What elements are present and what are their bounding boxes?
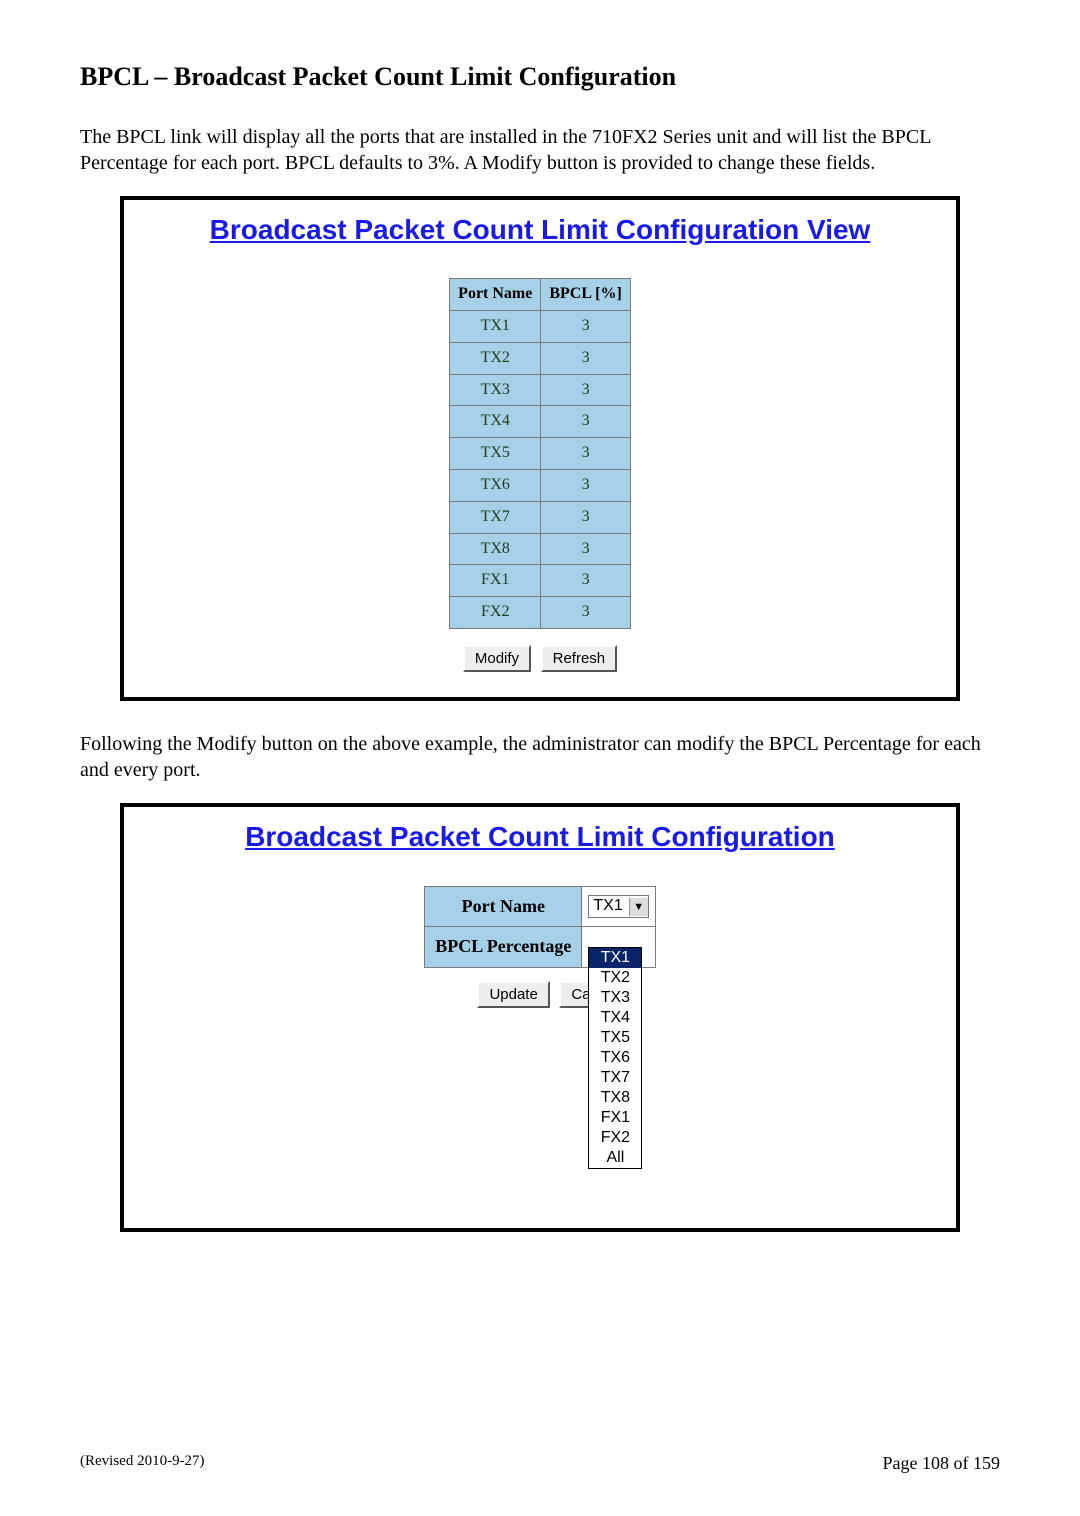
dropdown-option[interactable]: TX6 (589, 1048, 641, 1068)
port-name-cell: TX7 (450, 501, 541, 533)
dropdown-option[interactable]: TX4 (589, 1008, 641, 1028)
table-row: TX33 (450, 374, 631, 406)
modify-form-table: Port Name TX1 ▼ BPCL Percentage TX1TX2TX… (424, 886, 655, 968)
dropdown-option[interactable]: TX3 (589, 988, 641, 1008)
port-name-cell: TX4 (450, 406, 541, 438)
dropdown-option[interactable]: TX1 (589, 948, 641, 968)
table-row: TX13 (450, 310, 631, 342)
bpcl-pct-cell: 3 (541, 406, 630, 438)
port-name-cell: FX1 (450, 565, 541, 597)
port-select[interactable]: TX1 ▼ (588, 895, 648, 918)
bpcl-pct-cell: 3 (541, 374, 630, 406)
col-bpcl-pct: BPCL [%] (541, 279, 630, 311)
table-row: TX83 (450, 533, 631, 565)
port-name-cell: TX6 (450, 469, 541, 501)
panel-title-modify: Broadcast Packet Count Limit Configurati… (134, 815, 946, 865)
port-name-cell: TX1 (450, 310, 541, 342)
port-dropdown-list[interactable]: TX1TX2TX3TX4TX5TX6TX7TX8FX1FX2All (588, 947, 642, 1169)
bpcl-input-cell: TX1TX2TX3TX4TX5TX6TX7TX8FX1FX2All (582, 927, 655, 967)
port-name-cell: TX8 (450, 533, 541, 565)
col-port-name: Port Name (450, 279, 541, 311)
bpcl-pct-cell: 3 (541, 469, 630, 501)
refresh-button[interactable]: Refresh (541, 645, 618, 673)
bpcl-pct-cell: 3 (541, 310, 630, 342)
table-row: TX23 (450, 342, 631, 374)
revised-date: (Revised 2010-9-27) (80, 1452, 205, 1475)
page-number: Page 108 of 159 (883, 1452, 1000, 1475)
bpcl-pct-cell: 3 (541, 565, 630, 597)
table-row: FX13 (450, 565, 631, 597)
page-heading: BPCL – Broadcast Packet Count Limit Conf… (80, 60, 1000, 94)
screenshot-view-panel: Broadcast Packet Count Limit Configurati… (120, 196, 960, 702)
dropdown-option[interactable]: TX8 (589, 1088, 641, 1108)
bpcl-pct-cell: 3 (541, 342, 630, 374)
intro-paragraph: The BPCL link will display all the ports… (80, 124, 1000, 176)
port-name-cell: TX5 (450, 438, 541, 470)
table-row: TX63 (450, 469, 631, 501)
label-bpcl-percentage: BPCL Percentage (425, 927, 582, 967)
bpcl-pct-cell: 3 (541, 438, 630, 470)
dropdown-option[interactable]: TX2 (589, 968, 641, 988)
mid-paragraph: Following the Modify button on the above… (80, 731, 1000, 783)
table-row: TX73 (450, 501, 631, 533)
port-select-cell: TX1 ▼ (582, 886, 655, 926)
port-select-value: TX1 (593, 896, 628, 917)
table-row: FX23 (450, 597, 631, 629)
port-name-cell: FX2 (450, 597, 541, 629)
modify-button[interactable]: Modify (463, 645, 531, 673)
table-row: TX43 (450, 406, 631, 438)
page-footer: (Revised 2010-9-27) Page 108 of 159 (80, 1452, 1000, 1475)
panel-title-view: Broadcast Packet Count Limit Configurati… (134, 208, 946, 258)
dropdown-option[interactable]: All (589, 1148, 641, 1168)
bpcl-pct-cell: 3 (541, 597, 630, 629)
dropdown-option[interactable]: FX1 (589, 1108, 641, 1128)
screenshot-modify-panel: Broadcast Packet Count Limit Configurati… (120, 803, 960, 1232)
bpcl-pct-cell: 3 (541, 501, 630, 533)
bpcl-table: Port Name BPCL [%] TX13TX23TX33TX43TX53T… (449, 278, 631, 629)
dropdown-option[interactable]: FX2 (589, 1128, 641, 1148)
dropdown-arrow-icon[interactable]: ▼ (629, 898, 648, 916)
dropdown-option[interactable]: TX5 (589, 1028, 641, 1048)
bpcl-pct-cell: 3 (541, 533, 630, 565)
port-name-cell: TX2 (450, 342, 541, 374)
port-name-cell: TX3 (450, 374, 541, 406)
dropdown-option[interactable]: TX7 (589, 1068, 641, 1088)
update-button[interactable]: Update (477, 981, 549, 1009)
table-row: TX53 (450, 438, 631, 470)
label-port-name: Port Name (425, 886, 582, 926)
